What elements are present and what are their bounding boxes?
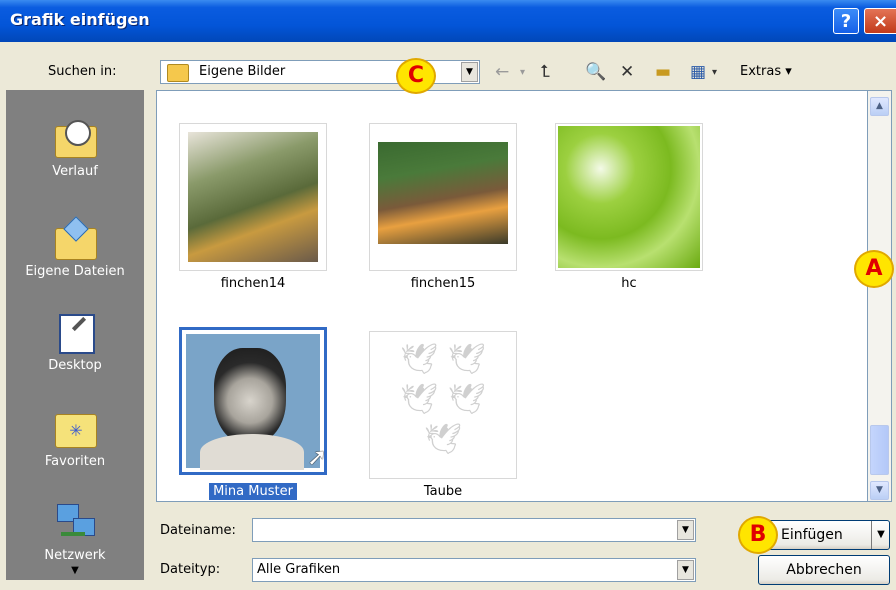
chevron-down-icon[interactable]: ▼ (677, 520, 694, 540)
scroll-thumb[interactable] (870, 425, 889, 475)
file-list[interactable]: finchen14 finchen15 hc Mina Muster ➚ 🕊 🕊… (156, 90, 868, 502)
marker-c: C (396, 58, 436, 94)
place-favorites[interactable]: ✳ Favoriten (6, 408, 144, 469)
up-folder-icon[interactable]: ⮤ (540, 62, 550, 82)
back-dropdown-icon[interactable]: ▾ (520, 67, 525, 78)
file-thumbnail-selected[interactable] (179, 327, 327, 475)
desktop-icon (53, 312, 97, 354)
marker-a: A (854, 250, 894, 288)
scroll-down-arrow-icon[interactable]: ▼ (6, 565, 144, 576)
views-icon[interactable]: ▦ (690, 62, 706, 82)
folder-pictures-icon (167, 64, 189, 82)
place-label: Eigene Dateien (25, 264, 125, 279)
file-name[interactable]: finchen15 (363, 276, 523, 291)
marker-b: B (738, 516, 778, 554)
filename-label: Dateiname: (160, 523, 236, 538)
place-desktop[interactable]: Desktop (6, 312, 144, 373)
new-folder-icon[interactable]: ▬ (655, 62, 671, 82)
file-thumbnail[interactable] (179, 123, 327, 271)
dove-pattern-image: 🕊 🕊 🕊 🕊 🕊 (400, 342, 486, 457)
place-history[interactable]: Verlauf (6, 118, 144, 179)
filetype-label: Dateityp: (160, 562, 221, 577)
place-label: Desktop (48, 358, 102, 373)
file-thumbnail[interactable] (555, 123, 703, 271)
file-name-selected[interactable]: Mina Muster (173, 483, 333, 500)
close-button[interactable]: × (864, 8, 896, 34)
extras-label: Extras (740, 64, 782, 79)
file-name[interactable]: finchen14 (173, 276, 333, 291)
place-my-documents[interactable]: Eigene Dateien (6, 216, 144, 279)
network-icon (53, 502, 97, 542)
file-name[interactable]: hc (549, 276, 709, 291)
look-in-label: Suchen in: (48, 64, 117, 79)
place-label: Favoriten (44, 454, 106, 469)
filename-field[interactable]: ▼ (252, 518, 696, 542)
green-texture-image (558, 126, 700, 268)
views-dropdown-icon[interactable]: ▾ (712, 67, 717, 78)
chevron-down-icon[interactable]: ▼ (677, 560, 694, 580)
chevron-down-icon[interactable]: ▼ (461, 62, 478, 82)
window-title: Grafik einfügen (10, 10, 150, 29)
scroll-up-icon[interactable]: ▲ (870, 97, 889, 116)
portrait-image (186, 334, 320, 470)
history-icon (53, 118, 97, 158)
look-in-value: Eigene Bilder (199, 64, 286, 79)
title-bar: Grafik einfügen ? × (0, 0, 896, 42)
back-icon[interactable]: ← (495, 62, 509, 82)
search-web-icon[interactable]: 🔍 (585, 62, 606, 82)
filetype-select[interactable]: Alle Grafiken ▼ (252, 558, 696, 582)
my-documents-icon (53, 216, 97, 260)
file-thumbnail[interactable] (369, 123, 517, 271)
delete-icon[interactable]: ✕ (620, 62, 634, 82)
help-button[interactable]: ? (833, 8, 859, 34)
extras-menu[interactable]: Extras ▾ (740, 64, 792, 79)
mouse-cursor-icon: ➚ (307, 443, 328, 471)
scroll-down-icon[interactable]: ▼ (870, 481, 889, 500)
file-thumbnail[interactable]: 🕊 🕊 🕊 🕊 🕊 (369, 331, 517, 479)
insert-button-label: Einfügen (781, 527, 843, 543)
cancel-button[interactable]: Abbrechen (758, 555, 890, 585)
finch-chicks-image (378, 142, 508, 244)
place-label: Verlauf (52, 164, 98, 179)
insert-dropdown-icon[interactable]: ▼ (871, 521, 890, 549)
places-bar: Verlauf Eigene Dateien Desktop ✳ Favorit… (6, 90, 144, 580)
vertical-scrollbar[interactable]: ▲ ▼ (868, 90, 892, 502)
favorites-icon: ✳ (53, 408, 97, 448)
place-label: Netzwerk (44, 548, 106, 563)
finch-photo-image (188, 132, 318, 262)
filetype-value: Alle Grafiken (257, 562, 341, 577)
file-name[interactable]: Taube (363, 484, 523, 499)
place-network[interactable]: Netzwerk ▼ (6, 502, 144, 576)
